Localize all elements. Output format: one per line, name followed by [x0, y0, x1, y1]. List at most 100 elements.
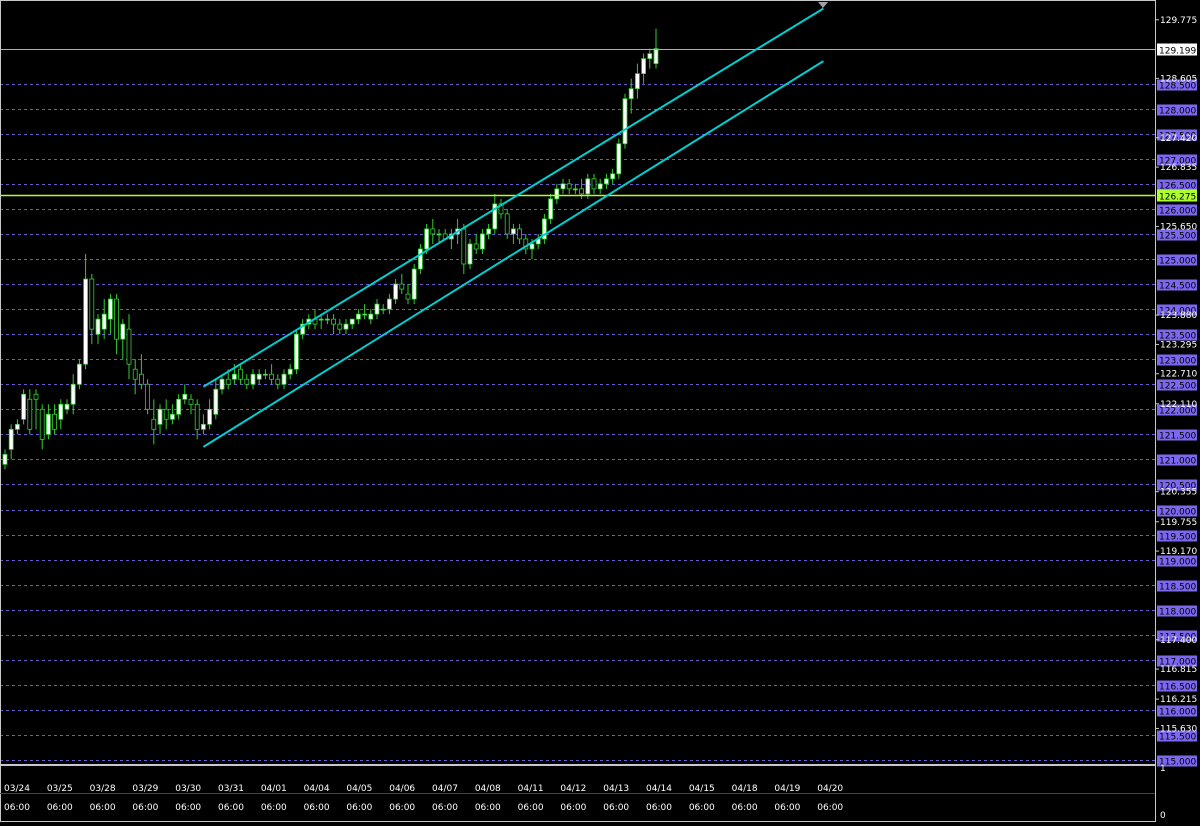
grid-level-label: 119.500 [1159, 533, 1196, 543]
bull-candle [262, 373, 268, 376]
grid-level-label: 128.000 [1159, 107, 1196, 117]
bull-candle [510, 228, 516, 235]
bull-candle [628, 88, 634, 100]
bull-candle [250, 373, 256, 385]
time-axis-date: 04/05 [346, 784, 372, 794]
bull-candle [604, 178, 609, 185]
bull-candle [635, 73, 640, 90]
bull-candle [324, 318, 330, 321]
time-axis-time: 06:00 [261, 803, 287, 813]
bear-candle [33, 393, 39, 400]
bear-candle [52, 413, 57, 430]
time-axis-date: 04/04 [304, 784, 330, 794]
bull-candle [207, 408, 213, 425]
bull-candle [585, 178, 591, 195]
bull-candle [287, 368, 293, 375]
bull-candle [101, 313, 107, 330]
bull-candle [176, 398, 182, 415]
time-axis-date: 04/18 [732, 784, 758, 794]
bull-candle [436, 233, 442, 236]
time-axis-date: 03/24 [4, 784, 30, 794]
grid-level-label: 125.000 [1159, 257, 1196, 267]
bull-candle [64, 403, 70, 410]
bull-candle [386, 298, 392, 310]
time-axis-time: 06:00 [304, 803, 330, 813]
grid-level-label: 125.500 [1159, 232, 1196, 242]
hline-label: 126.275 [1159, 193, 1196, 203]
bull-candle [368, 313, 374, 320]
time-axis-date: 03/25 [47, 784, 73, 794]
bull-candle [318, 318, 324, 321]
bull-candle [281, 373, 287, 385]
time-axis-date: 04/08 [475, 784, 501, 794]
time-axis-date: 04/11 [518, 784, 544, 794]
grid-level-label: 120.000 [1159, 508, 1196, 518]
grid-level-label: 118.000 [1159, 608, 1196, 618]
bear-candle [473, 243, 479, 250]
grid-level-label: 123.000 [1159, 357, 1196, 367]
bear-candle [145, 383, 151, 410]
grid-level-label: 122.500 [1159, 382, 1196, 392]
bear-candle [269, 373, 275, 380]
time-axis-date: 03/29 [132, 784, 158, 794]
bear-candle [39, 408, 45, 440]
time-axis-time: 06:00 [475, 803, 501, 813]
bear-candle [275, 378, 281, 385]
bull-candle [46, 413, 51, 435]
price-scale-label: 116.215 [1160, 695, 1197, 705]
grid-level-label: 116.000 [1159, 708, 1196, 718]
price-scale-label: 127.420 [1160, 134, 1197, 144]
bull-candle [411, 268, 417, 300]
time-axis-time: 06:00 [774, 803, 800, 813]
bull-candle [424, 228, 430, 250]
bear-candle [138, 373, 144, 385]
time-axis-time: 06:00 [432, 803, 458, 813]
price-scale-label: 123.295 [1160, 340, 1197, 350]
bull-candle [256, 373, 262, 380]
bull-candle [393, 283, 399, 300]
price-chart[interactable]: 128.500128.000127.500127.000126.500126.0… [0, 0, 1200, 826]
time-axis-date: 03/30 [175, 784, 201, 794]
time-axis-time: 06:00 [175, 803, 201, 813]
price-scale-label: 122.710 [1160, 370, 1197, 380]
time-axis-date: 04/15 [689, 784, 715, 794]
price-scale-label: 128.605 [1160, 74, 1197, 84]
bid-price-label: 129.199 [1159, 47, 1196, 57]
time-axis-date: 04/19 [774, 784, 800, 794]
bear-candle [566, 183, 572, 190]
bull-candle [108, 298, 113, 320]
bear-candle [579, 188, 584, 195]
time-axis-time: 06:00 [646, 803, 672, 813]
bear-candle [405, 293, 411, 300]
bull-candle [70, 383, 76, 405]
bull-candle [95, 318, 101, 335]
bull-candle [554, 188, 560, 200]
bull-candle [355, 313, 361, 320]
grid-level-label: 121.000 [1159, 457, 1196, 467]
time-axis-time: 06:00 [132, 803, 158, 813]
bull-candle [83, 278, 88, 365]
bull-candle [219, 378, 225, 390]
time-axis-time: 06:00 [218, 803, 244, 813]
bull-candle [213, 388, 219, 415]
time-axis-time: 06:00 [47, 803, 73, 813]
time-axis-date: 04/06 [389, 784, 415, 794]
indicator-axis-top: 1 [1160, 764, 1166, 774]
bull-candle [349, 318, 355, 325]
time-axis-date: 04/12 [560, 784, 586, 794]
bull-candle [374, 303, 380, 315]
time-axis-time: 06:00 [4, 803, 30, 813]
bear-candle [27, 398, 33, 430]
time-axis-time: 06:00 [560, 803, 586, 813]
bear-candle [151, 418, 157, 430]
price-scale-label: 129.775 [1160, 16, 1197, 26]
time-axis-time: 06:00 [90, 803, 116, 813]
bull-candle [560, 183, 566, 190]
bull-candle [467, 243, 473, 265]
bull-candle [641, 58, 646, 75]
bear-candle [188, 398, 194, 405]
price-scale-label: 120.355 [1160, 488, 1197, 498]
bull-candle [380, 308, 386, 311]
bear-candle [461, 228, 467, 265]
bull-candle [548, 198, 553, 220]
